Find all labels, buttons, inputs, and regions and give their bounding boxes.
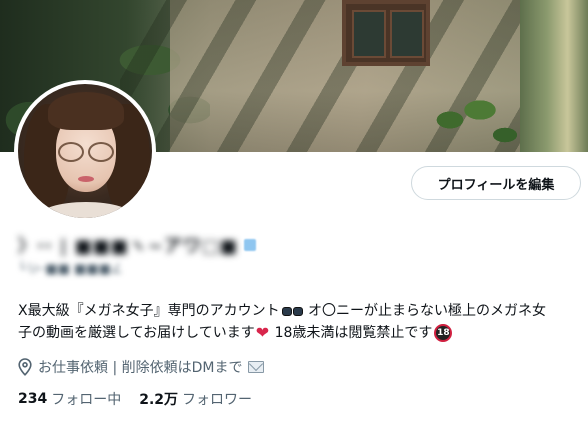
verified-badge [243,239,256,251]
banner-light-right [520,0,588,152]
bio-text-2b: 18歳未満は閲覧禁止です [270,325,433,341]
banner-window-pane-right [390,10,424,58]
following-label: フォロー中 [51,392,122,408]
display-name-row: 〉⋅⋅ | ■■■ヽ∼アワ□■ [18,234,256,257]
avatar-lips [78,176,94,182]
banner-window [342,0,430,66]
handle-blurred: └∖⊢■■ ■■■∠ [18,262,123,277]
envelope-emoji [248,361,265,373]
bio-line-1: X最大級『メガネ女子』専門のアカウント オ〇ニーが止まらない極上のメガネ女 [18,300,578,322]
location-text: お仕事依頼 | 削除依頼はDMまで [38,360,243,376]
profile-bio: X最大級『メガネ女子』専門のアカウント オ〇ニーが止まらない極上のメガネ女 子の… [18,300,578,344]
avatar-bangs [48,92,124,130]
following-count: 234 [18,391,48,407]
bio-text-2a: 子の動画を厳選してお届けしています [18,325,255,341]
avatar-glasses-right [88,142,114,162]
map-pin-icon [18,358,32,376]
bio-text-1a: X最大級『メガネ女子』専門のアカウント [18,303,280,319]
avatar-glasses-left [58,142,84,162]
display-name-blurred: 〉⋅⋅ | ■■■ヽ∼アワ□■ [18,236,238,257]
glasses-emoji [281,306,303,316]
followers-link[interactable]: 2.2万 フォロワー [139,389,252,409]
followers-label: フォロワー [182,392,253,408]
following-link[interactable]: 234 フォロー中 [18,389,121,409]
bio-line-2: 子の動画を厳選してお届けしています❤ 18歳未満は閲覧禁止です 18 [18,322,578,344]
banner-foliage-right [420,80,530,152]
followers-count: 2.2万 [139,392,179,408]
bio-text-1b: オ〇ニーが止まらない極上のメガネ女 [303,303,547,319]
follow-stats: 234 フォロー中 2.2万 フォロワー [18,389,252,409]
edit-profile-button[interactable]: プロフィールを編集 [411,166,581,200]
avatar[interactable] [18,84,152,218]
banner-window-pane-left [352,10,386,58]
heart-emoji: ❤ [255,323,270,342]
profile-meta: お仕事依頼 | 削除依頼はDMまで [18,357,265,377]
no-under-18-emoji: 18 [434,324,453,342]
